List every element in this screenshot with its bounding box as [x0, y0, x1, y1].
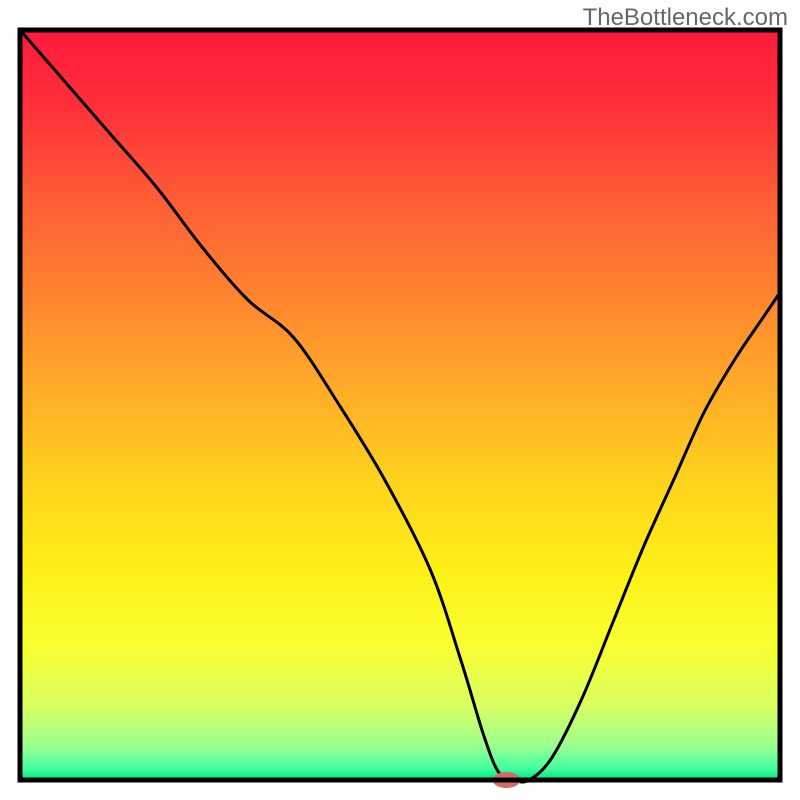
- chart-background: [20, 30, 780, 780]
- bottleneck-chart: [0, 0, 800, 800]
- chart-stage: TheBottleneck.com: [0, 0, 800, 800]
- watermark-text: TheBottleneck.com: [583, 4, 788, 32]
